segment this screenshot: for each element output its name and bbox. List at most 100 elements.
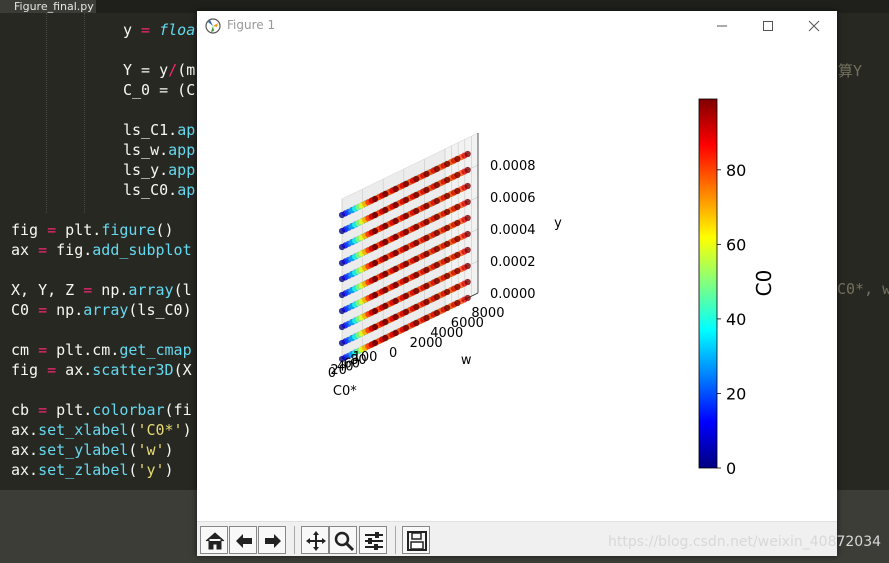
code-token: ax. [11, 441, 39, 459]
code-token: app [168, 141, 196, 159]
colorbar-label: C0 [752, 270, 776, 297]
configure-subplots-icon [365, 532, 383, 550]
code-token: ) [164, 441, 174, 459]
scatter-point [392, 217, 399, 225]
code-token: set_xlabel [38, 421, 129, 439]
code-line[interactable]: ax.set_xlabel('C0*') [11, 420, 192, 440]
scatter-point [371, 291, 379, 299]
scatter-point [423, 250, 430, 258]
scatter-point [433, 229, 440, 237]
scatter-point [454, 219, 461, 227]
code-token: ax. [11, 461, 39, 479]
scatter-point [392, 281, 399, 289]
scatter-point [402, 244, 409, 252]
home-icon [205, 532, 225, 550]
y-axis-label: w [461, 353, 472, 368]
scatter-point [423, 234, 430, 242]
forward-button[interactable] [258, 526, 286, 554]
scatter-point [464, 230, 471, 238]
code-token: array [83, 301, 129, 319]
code-line[interactable]: fig = plt.figure() [11, 220, 174, 240]
maximize-button[interactable] [753, 15, 783, 37]
code-token: ap [177, 181, 196, 199]
code-token: fig [11, 361, 48, 379]
code-token: np. [47, 301, 84, 319]
scatter-point [444, 240, 451, 248]
minimize-button[interactable] [707, 15, 737, 37]
code-token: set_zlabel [38, 461, 129, 479]
code-line[interactable]: X, Y, Z = np.array(l [11, 280, 192, 300]
plot-canvas[interactable]: 020406080100 020004000600080000.00000.000… [197, 41, 837, 521]
code-line[interactable]: ax = fig.add_subplot [11, 240, 192, 260]
code-token: = [38, 401, 48, 419]
scatter-point [371, 275, 379, 283]
code-line[interactable]: ax.set_ylabel('w') [11, 440, 174, 460]
scatter-point [464, 294, 471, 302]
scatter-point [402, 196, 409, 204]
scatter-point [454, 187, 461, 195]
x-axis-label: C0* [333, 384, 357, 399]
scatter-point [423, 170, 430, 178]
code-token: (m [177, 61, 196, 79]
code-token: 'y' [137, 461, 165, 479]
code-token: ax. [56, 361, 93, 379]
maximize-icon [763, 21, 773, 31]
code-token: Y = y [123, 61, 169, 79]
scatter-point [371, 243, 379, 251]
save-button[interactable] [402, 526, 430, 554]
z-tick-label: 0.0006 [490, 191, 536, 206]
code-token: X, Y, Z [11, 281, 84, 299]
code-line[interactable]: C0 = np.array(ls_C0) [11, 300, 192, 320]
code-token: C0 [11, 301, 39, 319]
pan-button[interactable] [301, 526, 329, 554]
scatter-point [423, 266, 430, 274]
scatter-point [464, 150, 471, 158]
code-token: C_0 = (C [123, 81, 196, 99]
scatter-point [371, 227, 379, 235]
scatter-point [382, 238, 389, 246]
code-token: plt. [56, 221, 102, 239]
scatter-point [454, 251, 461, 259]
scatter-point [464, 262, 471, 270]
code-line[interactable]: y = float [123, 20, 204, 40]
close-button[interactable] [799, 15, 829, 37]
scatter-point [433, 165, 440, 173]
code-line[interactable]: cm = plt.cm.get_cmap [11, 340, 192, 360]
scatter-point [444, 272, 451, 280]
code-token: (fi [164, 401, 192, 419]
scatter-point [464, 214, 471, 222]
scatter-point [423, 218, 430, 226]
code-overflow-line: 算Y [838, 62, 863, 80]
editor-tab[interactable]: Figure_final.py [0, 0, 96, 13]
scatter-point [392, 201, 399, 209]
code-line[interactable]: C_0 = (C [123, 80, 195, 100]
code-line[interactable]: cb = plt.colorbar(fi [11, 400, 192, 420]
code-token: get_cmap [119, 341, 192, 359]
code-line[interactable]: ls_C1.ap [123, 120, 195, 140]
home-button[interactable] [200, 526, 228, 554]
scatter-point [454, 155, 461, 163]
code-token: ls_w. [123, 141, 169, 159]
scatter-point [433, 245, 440, 253]
code-token: = [47, 361, 57, 379]
code-line[interactable]: fig = ax.scatter3D(X [11, 360, 192, 380]
code-token: cm [11, 341, 39, 359]
zoom-button[interactable] [329, 526, 357, 554]
scatter-point [413, 207, 420, 215]
code-line[interactable]: ls_y.app [123, 160, 195, 180]
window-titlebar[interactable]: Figure 1 [197, 11, 837, 41]
scatter-point [402, 228, 409, 236]
code-line[interactable]: Y = y/(m [123, 60, 195, 80]
code-line[interactable]: ax.set_zlabel('y') [11, 460, 174, 480]
configure-subplots-button[interactable] [359, 526, 387, 554]
code-token: ls_C0. [123, 181, 178, 199]
z-tick-label: 0.0000 [490, 287, 536, 302]
back-button[interactable] [229, 526, 257, 554]
code-token: np. [92, 281, 129, 299]
code-token: = [83, 281, 93, 299]
code-line[interactable]: ls_C0.ap [123, 180, 195, 200]
code-token: ls_y. [123, 161, 169, 179]
window-title: Figure 1 [227, 18, 276, 32]
scatter-point [433, 261, 440, 269]
code-line[interactable]: ls_w.app [123, 140, 195, 160]
